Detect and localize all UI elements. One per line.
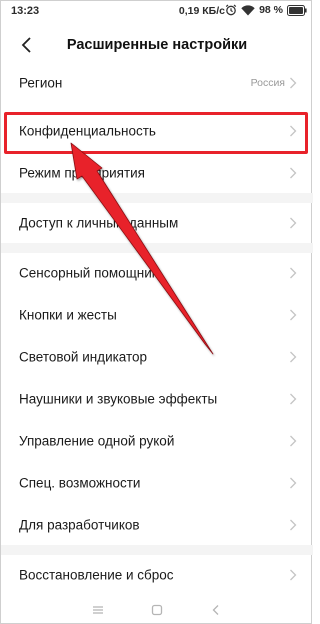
- row-label: Регион: [19, 75, 63, 91]
- home-icon: [151, 604, 163, 616]
- navigation-bar: [1, 597, 313, 623]
- row-label: Спец. возможности: [19, 475, 141, 491]
- settings-row-personal-data-access[interactable]: Доступ к личным данным: [1, 203, 313, 243]
- menu-icon: [93, 606, 103, 614]
- settings-row-accessibility[interactable]: Спец. возможности: [1, 463, 313, 503]
- chevron-right-icon: [290, 569, 297, 581]
- nav-back-button[interactable]: [209, 603, 223, 617]
- chevron-right-icon: [290, 267, 297, 279]
- settings-row-developer-options[interactable]: Для разработчиков: [1, 505, 313, 545]
- section-divider: [1, 193, 313, 203]
- chevron-right-icon: [290, 351, 297, 363]
- header: Расширенные настройки: [1, 27, 313, 65]
- chevron-right-icon: [290, 393, 297, 405]
- home-button[interactable]: [150, 603, 164, 617]
- wifi-icon: [241, 4, 255, 16]
- row-label: Кнопки и жесты: [19, 307, 117, 323]
- annotation-highlight-box: [4, 112, 308, 154]
- back-icon: [212, 605, 219, 615]
- row-value: Россия: [250, 77, 285, 89]
- phone-screen: 13:23 0,19 КБ/с 98 % Расширенные настрой…: [0, 0, 313, 624]
- chevron-right-icon: [290, 167, 297, 179]
- chevron-right-icon: [290, 217, 297, 229]
- chevron-right-icon: [290, 435, 297, 447]
- row-label: Управление одной рукой: [19, 433, 175, 449]
- settings-row-headphones-effects[interactable]: Наушники и звуковые эффекты: [1, 379, 313, 419]
- battery-icon: [287, 4, 307, 16]
- settings-row-enterprise-mode[interactable]: Режим предприятия: [1, 153, 313, 193]
- battery-percent: 98 %: [259, 4, 283, 16]
- row-label: Для разработчиков: [19, 517, 140, 533]
- settings-row-region[interactable]: Регион Россия: [1, 63, 313, 103]
- status-bar: 13:23 0,19 КБ/с 98 %: [1, 1, 313, 25]
- settings-row-backup-reset[interactable]: Восстановление и сброс: [1, 555, 313, 595]
- chevron-right-icon: [290, 477, 297, 489]
- row-label: Сенсорный помощник: [19, 265, 158, 281]
- chevron-right-icon: [290, 309, 297, 321]
- settings-row-touch-assistant[interactable]: Сенсорный помощник: [1, 253, 313, 293]
- settings-row-buttons-gestures[interactable]: Кнопки и жесты: [1, 295, 313, 335]
- settings-row-one-handed-mode[interactable]: Управление одной рукой: [1, 421, 313, 461]
- chevron-right-icon: [290, 77, 297, 89]
- row-label: Световой индикатор: [19, 349, 148, 365]
- row-label: Режим предприятия: [19, 165, 145, 181]
- section-divider: [1, 545, 313, 555]
- section-divider: [1, 243, 313, 253]
- alarm-icon: [225, 4, 237, 16]
- menu-button[interactable]: [91, 603, 105, 617]
- status-time: 13:23: [11, 5, 40, 17]
- page-title: Расширенные настройки: [66, 37, 248, 53]
- row-label: Наушники и звуковые эффекты: [19, 391, 218, 407]
- status-icons: 98 %: [225, 4, 307, 16]
- settings-row-led-indicator[interactable]: Световой индикатор: [1, 337, 313, 377]
- row-label: Доступ к личным данным: [19, 215, 179, 231]
- network-speed: 0,19 КБ/с: [178, 5, 225, 17]
- row-label: Восстановление и сброс: [19, 567, 174, 583]
- chevron-right-icon: [290, 519, 297, 531]
